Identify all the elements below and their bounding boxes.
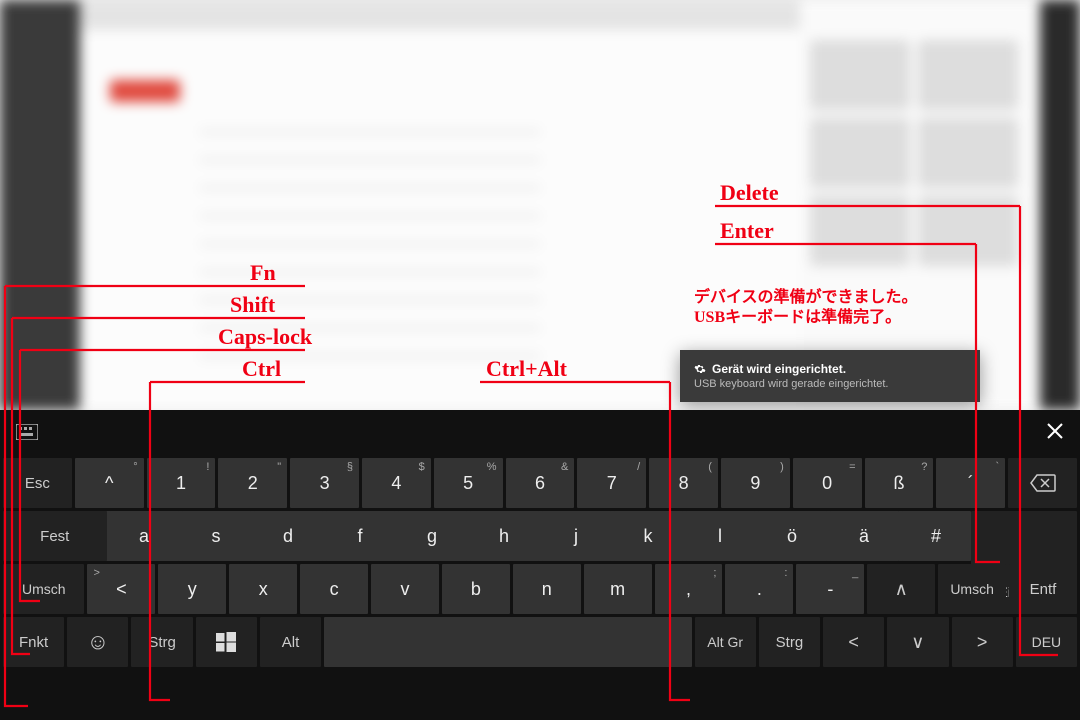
key-d[interactable]: d <box>254 511 323 561</box>
key-y[interactable]: y <box>158 564 226 614</box>
key-v[interactable]: v <box>371 564 439 614</box>
key-7[interactable]: /7 <box>577 458 646 508</box>
key-b[interactable]: b <box>442 564 510 614</box>
emoji-icon: ☺ <box>87 629 109 655</box>
key-hash[interactable]: # <box>902 511 971 561</box>
key-g[interactable]: g <box>398 511 467 561</box>
toast-subtitle: USB keyboard wird gerade eingerichtet. <box>694 378 966 390</box>
key-k[interactable]: k <box>614 511 683 561</box>
key-lt[interactable]: >< <box>87 564 155 614</box>
keyboard-row-5: Fnkt ☺ Strg Alt Alt Gr Strg < ∨ > DEU <box>3 617 1077 667</box>
key-alt[interactable]: Alt <box>260 617 321 667</box>
key-comma[interactable]: ;, <box>655 564 723 614</box>
keyboard-close-button[interactable] <box>1046 422 1064 446</box>
key-j[interactable]: j <box>542 511 611 561</box>
key-6[interactable]: &6 <box>506 458 575 508</box>
key-2[interactable]: "2 <box>218 458 287 508</box>
key-arrow-right[interactable]: > <box>952 617 1013 667</box>
key-shift-right[interactable]: Umsch <box>938 564 1006 614</box>
key-h[interactable]: h <box>470 511 539 561</box>
key-f[interactable]: f <box>326 511 395 561</box>
key-sz[interactable]: ?ß <box>865 458 934 508</box>
key-dot[interactable]: :. <box>725 564 793 614</box>
key-minus[interactable]: _- <box>796 564 864 614</box>
key-fn[interactable]: Fnkt <box>3 617 64 667</box>
toast-title: Gerät wird eingerichtet. <box>712 362 846 376</box>
key-a[interactable]: a <box>110 511 179 561</box>
keyboard-mode-icon[interactable] <box>16 424 38 445</box>
key-4[interactable]: $4 <box>362 458 431 508</box>
key-5[interactable]: %5 <box>434 458 503 508</box>
key-ae[interactable]: ä <box>830 511 899 561</box>
key-windows[interactable] <box>196 617 257 667</box>
key-arrow-left[interactable]: < <box>823 617 884 667</box>
key-arrow-up[interactable]: ∧ <box>867 564 935 614</box>
key-arrow-down[interactable]: ∨ <box>887 617 948 667</box>
key-caret[interactable]: °^ <box>75 458 144 508</box>
keyboard-row-4: Umsch >< y x c v b n m ;, :. _- ∧ Umsch … <box>3 564 1077 614</box>
key-capslock[interactable]: Fest <box>3 511 107 561</box>
key-oe[interactable]: ö <box>758 511 827 561</box>
key-9[interactable]: )9 <box>721 458 790 508</box>
keyboard-row-1: Esc °^ !1 "2 §3 $4 %5 &6 /7 (8 )9 =0 ?ß … <box>3 458 1077 508</box>
key-shift-left[interactable]: Umsch <box>3 564 84 614</box>
key-emoji[interactable]: ☺ <box>67 617 128 667</box>
key-esc[interactable]: Esc <box>3 458 72 508</box>
key-x[interactable]: x <box>229 564 297 614</box>
key-m[interactable]: m <box>584 564 652 614</box>
windows-icon <box>216 632 236 652</box>
key-accent[interactable]: `´ <box>936 458 1005 508</box>
key-ctrl-right[interactable]: Strg <box>759 617 820 667</box>
key-backspace[interactable] <box>1008 458 1077 508</box>
key-space[interactable] <box>324 617 691 667</box>
key-3[interactable]: §3 <box>290 458 359 508</box>
gear-icon <box>694 363 706 375</box>
key-n[interactable]: n <box>513 564 581 614</box>
key-ctrl-left[interactable]: Strg <box>131 617 192 667</box>
key-s[interactable]: s <box>182 511 251 561</box>
device-setup-toast: Gerät wird eingerichtet. USB keyboard wi… <box>680 350 980 402</box>
key-l[interactable]: l <box>686 511 755 561</box>
key-c[interactable]: c <box>300 564 368 614</box>
key-altgr[interactable]: Alt Gr <box>695 617 756 667</box>
onscreen-keyboard: Esc °^ !1 "2 §3 $4 %5 &6 /7 (8 )9 =0 ?ß … <box>0 410 1080 720</box>
key-1[interactable]: !1 <box>147 458 216 508</box>
key-0[interactable]: =0 <box>793 458 862 508</box>
key-8[interactable]: (8 <box>649 458 718 508</box>
key-delete[interactable]: Entf <box>1009 564 1077 614</box>
key-language[interactable]: DEU <box>1016 617 1077 667</box>
